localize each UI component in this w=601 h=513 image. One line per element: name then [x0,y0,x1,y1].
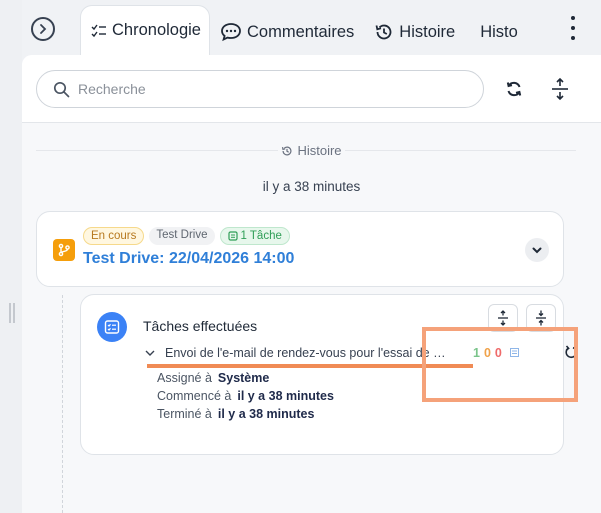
started-value: il y a 38 minutes [237,389,334,403]
finished-value: il y a 38 minutes [217,407,315,421]
annotation-box [422,327,578,402]
search-box [36,70,484,108]
refresh-icon [506,81,522,97]
timeline-connector [62,295,63,513]
tab-label: Chronologie [112,21,201,39]
tab-chronologie[interactable]: Chronologie [80,5,210,55]
expand-panel-button[interactable] [31,17,55,41]
refresh-button[interactable] [500,75,528,103]
resize-grip[interactable] [9,303,15,323]
expand-vertical-icon [498,310,508,326]
card-title[interactable]: Test Drive: 22/04/2026 14:00 [83,250,294,268]
search-input[interactable] [78,81,458,97]
chevron-down-icon[interactable] [143,349,157,357]
chevron-right-icon [40,24,47,34]
tab-commentaires[interactable]: Commentaires [210,9,364,55]
assigned-value: Système [217,371,270,385]
started-label: Commencé à [157,389,232,403]
time-ago: il y a 38 minutes [262,179,361,194]
panel-toolbar [22,55,601,123]
tasks-badge-label: 1 Tâche [240,230,282,242]
tab-histoire-2[interactable]: Histo [465,9,523,55]
task-list-icon [97,312,127,342]
timeline-panel: Histoire il y a 38 minutes En cours Test… [22,55,601,513]
tab-histoire[interactable]: Histoire [364,9,465,55]
history-icon [282,146,292,155]
tab-bar: Chronologie Commentaires Histoire Histo [80,5,523,55]
task-title: Envoi de l'e-mail de rendez-vous pour l'… [165,345,446,360]
activity-card[interactable]: En cours Test Drive 1 Tâche Test Drive: … [36,211,564,287]
finished-label: Terminé à [157,407,212,421]
status-badge: En cours [83,227,145,245]
type-badge: Test Drive [149,227,215,245]
section-label-text: Histoire [297,143,342,158]
chat-bubble-icon [221,23,241,42]
search-icon [53,81,70,97]
expand-vertical-icon [552,77,568,101]
assigned-label: Assigné à [157,371,212,385]
card-badges: En cours Test Drive 1 Tâche [83,227,290,245]
tab-label: Histo [480,22,518,41]
checklist-icon [91,24,106,37]
tasks-badge: 1 Tâche [219,227,290,245]
tab-label: Commentaires [246,22,355,41]
left-frame [0,0,22,513]
section-label: Histoire [22,143,601,158]
more-options-button[interactable] [566,16,580,40]
git-branch-icon [53,239,75,261]
task-list-icon [227,231,238,241]
history-icon [375,24,392,40]
chevron-down-icon [532,247,542,254]
collapse-vertical-icon [536,310,546,326]
expand-all-button[interactable] [546,75,574,103]
assigned-row: Assigné à Système [157,371,269,385]
tab-label: Histoire [399,22,456,41]
started-row: Commencé à il y a 38 minutes [157,389,334,403]
tasks-card-title: Tâches effectuées [143,318,258,334]
collapse-card-button[interactable] [525,238,549,262]
finished-row: Terminé à il y a 38 minutes [157,407,314,421]
